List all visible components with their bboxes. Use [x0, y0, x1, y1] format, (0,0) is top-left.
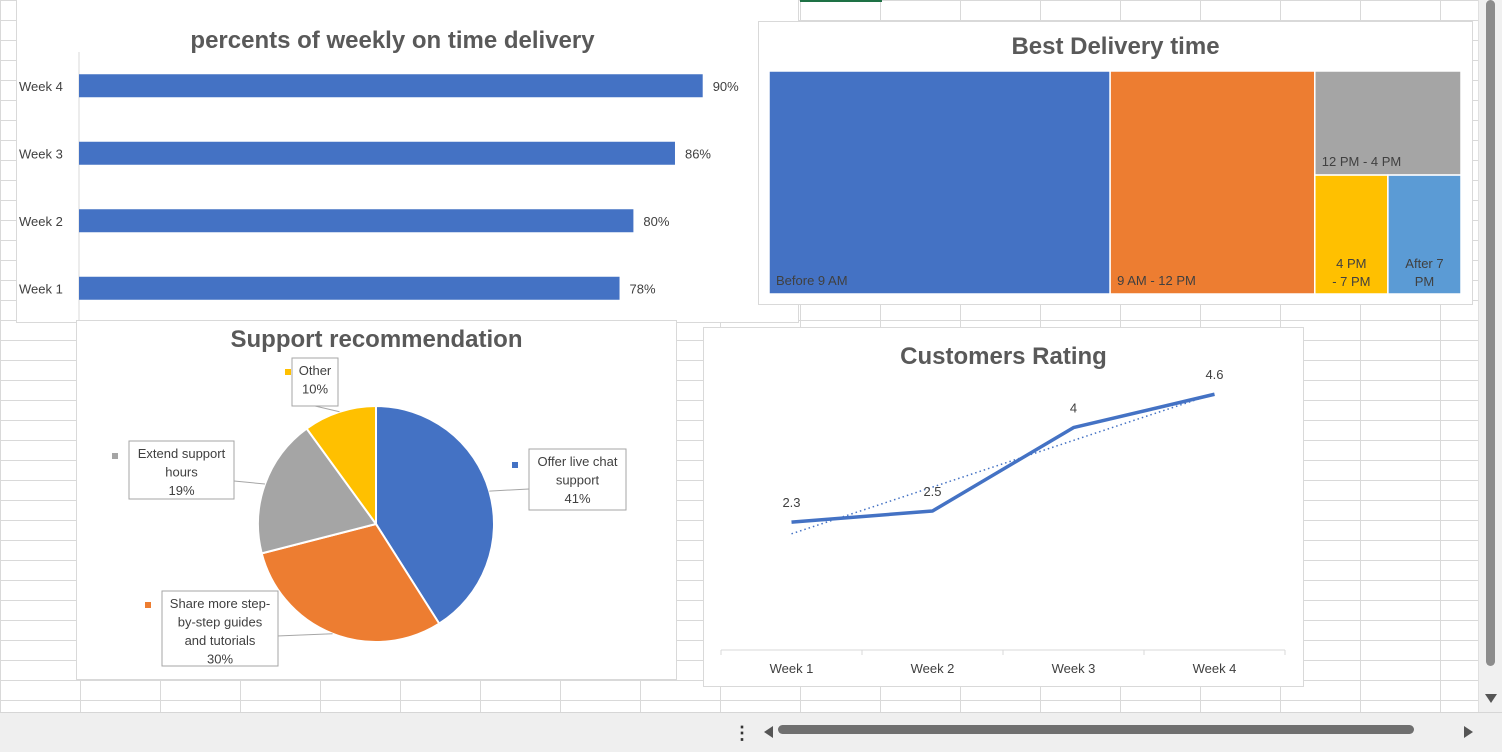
category-tick-label: Week 4: [19, 79, 63, 94]
series-line: [791, 392, 1215, 524]
data-label: 2.3: [782, 495, 800, 510]
pie-plot-area: Offer live chat support 41%Share more step…: [112, 357, 627, 667]
data-label: 90%: [713, 79, 739, 94]
treemap-tile: [1109, 70, 1316, 295]
chart-customers-rating[interactable]: Customers Rating Week 1 2.3 Week 2 2.5 Week …: [703, 327, 1304, 687]
category-tick-label: Week 3: [19, 146, 63, 161]
tile-label: PM: [1415, 274, 1435, 289]
legend-key: [112, 453, 118, 459]
leader-line: [314, 405, 340, 413]
scroll-right-arrow-icon[interactable]: [1464, 726, 1473, 738]
bar-plot-area: Week 1 78% Week 2 80% Week 3 86% Week 4 90%: [19, 52, 739, 322]
tile-label: 9 AM - 12 PM: [1117, 273, 1196, 288]
more-options-icon[interactable]: ⋮: [733, 723, 751, 743]
line-plot-area: Week 1 2.3 Week 2 2.5 Week 3 4 Week 4 4.6: [720, 367, 1286, 676]
treemap-tile: [768, 70, 1111, 295]
vertical-scrollbar[interactable]: [1478, 0, 1502, 712]
trendline: [791, 392, 1215, 535]
scroll-down-arrow-icon[interactable]: [1485, 694, 1497, 703]
treemap-plot-area: Before 9 AM 9 AM - 12 PM 12 PM - 4 PM 4 PM -…: [768, 70, 1462, 295]
horizontal-scrollbar[interactable]: [778, 724, 1456, 735]
data-label: 4: [1070, 401, 1077, 416]
category-tick-label: Week 4: [1193, 661, 1237, 676]
active-cell-indicator: [800, 0, 882, 2]
vertical-scroll-thumb[interactable]: [1486, 0, 1495, 666]
tile-label: - 7 PM: [1332, 274, 1370, 289]
tile-label: 12 PM - 4 PM: [1322, 154, 1401, 169]
legend-key: [145, 602, 151, 608]
chart-support-recommendation[interactable]: Support recommendation Offer live chat su…: [76, 320, 677, 680]
category-tick-label: Week 2: [911, 661, 955, 676]
data-label: 78%: [630, 281, 656, 296]
bar: [79, 276, 620, 300]
leader-line: [276, 633, 333, 637]
category-tick-label: Week 1: [19, 281, 63, 296]
tile-label: 4 PM: [1336, 256, 1366, 271]
data-label: 2.5: [923, 484, 941, 499]
category-tick-label: Week 2: [19, 214, 63, 229]
scroll-left-arrow-icon[interactable]: [764, 726, 773, 738]
leader-line: [489, 488, 530, 492]
bar: [79, 209, 634, 233]
tile-label: Before 9 AM: [776, 273, 848, 288]
data-label: 86%: [685, 146, 711, 161]
chart-weekly-on-time-delivery[interactable]: percents of weekly on time delivery Week…: [16, 0, 799, 323]
data-label: 4.6: [1205, 367, 1223, 382]
category-tick-label: Week 1: [770, 661, 814, 676]
chart-best-delivery-time[interactable]: Best Delivery time Before 9 AM 9 AM - 12 …: [758, 21, 1473, 305]
status-bar: ⋮: [0, 712, 1502, 752]
tile-label: After 7: [1405, 256, 1443, 271]
legend-key: [512, 462, 518, 468]
data-label: 80%: [643, 214, 669, 229]
bar: [79, 141, 675, 165]
category-tick-label: Week 3: [1052, 661, 1096, 676]
horizontal-scroll-thumb[interactable]: [778, 725, 1414, 734]
bar: [79, 74, 703, 98]
legend-key: [285, 369, 291, 375]
leader-line: [233, 480, 266, 485]
